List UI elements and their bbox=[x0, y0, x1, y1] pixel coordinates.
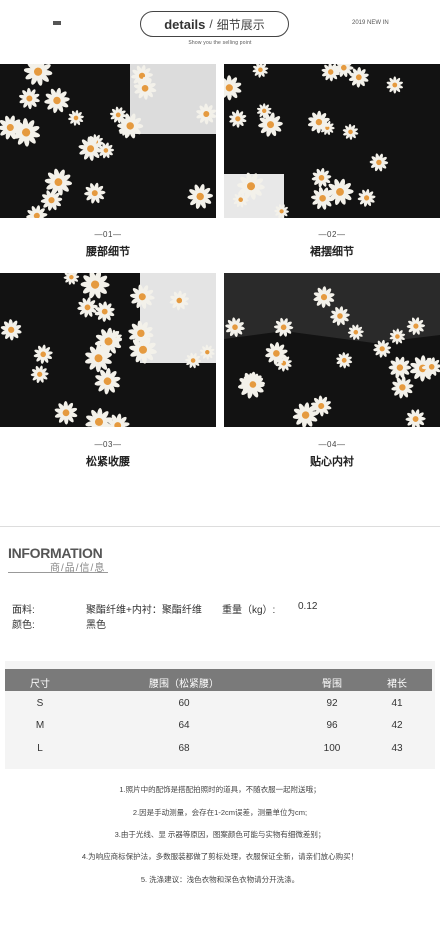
detail-caption-4: —04— 贴心内衬 bbox=[224, 440, 440, 469]
daisy-pattern bbox=[0, 64, 216, 218]
detail-caption-3: —03— 松紧收腰 bbox=[0, 440, 216, 469]
detail-photo-waist bbox=[0, 64, 216, 218]
daisy-pattern bbox=[224, 64, 440, 218]
size-cell: L bbox=[37, 743, 43, 754]
size-cell: M bbox=[35, 720, 45, 731]
detail-title: 松紧收腰 bbox=[86, 456, 130, 468]
weight-value: 0.12 bbox=[298, 601, 318, 612]
section-divider bbox=[0, 526, 440, 527]
size-cell: 60 bbox=[178, 698, 190, 709]
detail-caption-1: —01— 腰部细节 bbox=[0, 230, 216, 259]
note-3: 3.由于光线、显 示器等原因，图案颜色可能与实物有细微差别； bbox=[114, 830, 326, 839]
section-title-en: details bbox=[164, 16, 206, 32]
header: details / 细节展示 Show you the selling poin… bbox=[0, 0, 440, 56]
detail-photo-elastic-waist bbox=[0, 273, 216, 427]
note-2: 2.因是手动测量，会存在1-2cm误差，测量单位为cm; bbox=[132, 808, 308, 817]
title-separator: / bbox=[209, 17, 213, 31]
daisy-pattern bbox=[224, 273, 440, 427]
section-title-pill: details / 细节展示 bbox=[140, 11, 289, 37]
size-cell: 64 bbox=[178, 720, 190, 731]
daisy-pattern bbox=[0, 273, 216, 427]
size-header-size: 尺寸 bbox=[30, 679, 50, 690]
detail-photo-lining bbox=[224, 273, 440, 427]
section-subtitle: Show you the selling point bbox=[188, 40, 252, 46]
size-header-waist: 腰围（松紧腰） bbox=[149, 679, 219, 690]
size-cell: 41 bbox=[391, 698, 403, 709]
detail-number: —02— bbox=[318, 230, 346, 239]
note-5: 5. 洗涤建议：浅色衣物和深色衣物请分开洗涤。 bbox=[140, 875, 300, 884]
size-cell: S bbox=[36, 698, 44, 709]
material-label: 面料: bbox=[12, 605, 35, 616]
color-value: 黑色 bbox=[86, 620, 106, 631]
information-underline bbox=[8, 572, 108, 573]
detail-number: —04— bbox=[318, 440, 346, 449]
weight-label: 重量（kg）: bbox=[222, 605, 276, 616]
size-cell: 43 bbox=[391, 743, 403, 754]
note-1: 1.照片中的配饰是搭配拍照时的道具，不随衣服一起附送哦； bbox=[119, 785, 321, 794]
note-4: 4.为响应商标保护法，多数服装都做了剪标处理，衣服保证全新，请亲们放心购买！ bbox=[81, 852, 359, 861]
detail-title: 腰部细节 bbox=[86, 246, 130, 258]
size-header-length: 裙长 bbox=[387, 679, 407, 690]
detail-number: —01— bbox=[94, 230, 122, 239]
size-cell: 68 bbox=[178, 743, 190, 754]
detail-title: 贴心内衬 bbox=[310, 456, 354, 468]
material-value: 聚酯纤维+内衬：聚酯纤维 bbox=[86, 605, 202, 616]
menu-icon[interactable] bbox=[53, 21, 61, 25]
detail-photo-hem bbox=[224, 64, 440, 218]
size-cell: 42 bbox=[391, 720, 403, 731]
color-label: 颜色: bbox=[12, 620, 35, 631]
section-title-cn: 细节展示 bbox=[216, 17, 265, 32]
detail-number: —03— bbox=[94, 440, 122, 449]
detail-caption-2: —02— 裙摆细节 bbox=[224, 230, 440, 259]
new-in-tag: 2019 NEW IN bbox=[352, 20, 389, 26]
detail-title: 裙摆细节 bbox=[310, 246, 354, 258]
